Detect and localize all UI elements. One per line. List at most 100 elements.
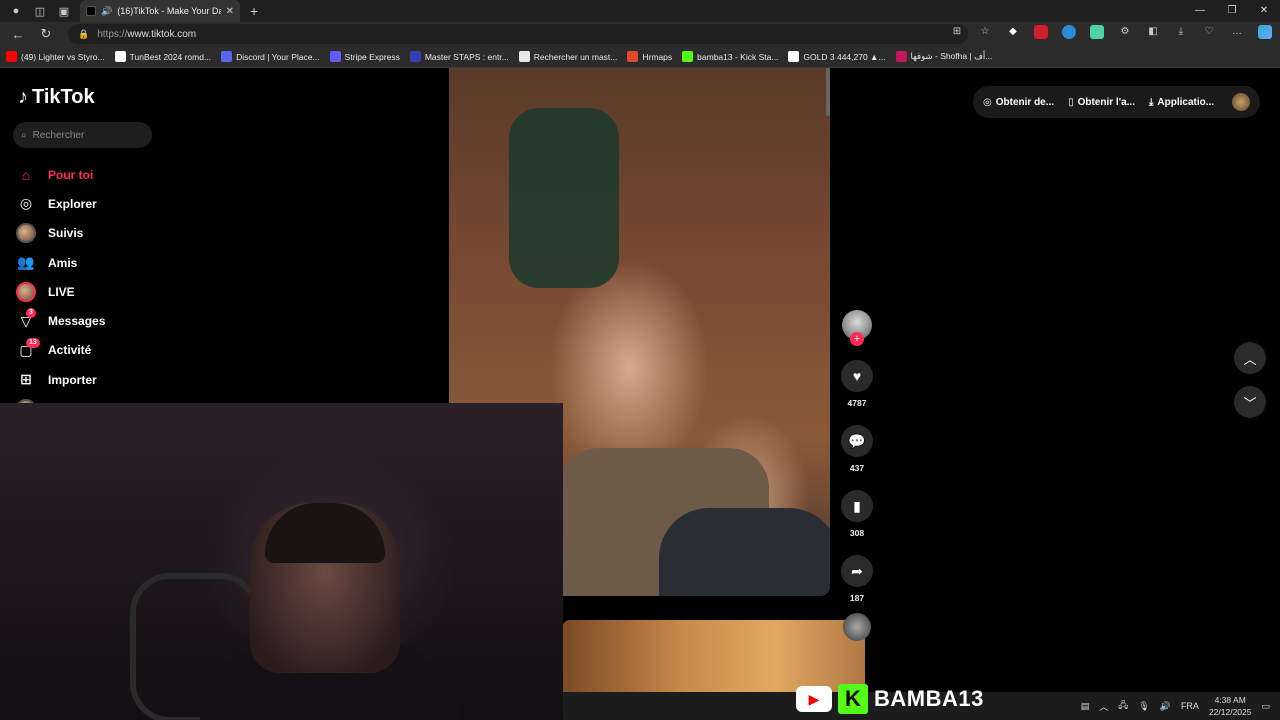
bookmark-favicon-icon: [682, 51, 694, 62]
sidebar-item-label: Explorer: [48, 196, 97, 211]
bookmark-item[interactable]: GOLD 3 444,270 ▲...: [788, 51, 886, 62]
bookmark-favicon-icon: [221, 51, 233, 62]
tab-close-icon[interactable]: ✕: [226, 6, 234, 17]
bookmark-item[interactable]: Hrmaps: [627, 51, 672, 62]
extensions-icon[interactable]: ⚙: [1118, 25, 1132, 39]
url-field[interactable]: 🔒 https://www.tiktok.com: [68, 24, 968, 44]
downloads-icon[interactable]: ⤓: [1174, 25, 1188, 39]
clock[interactable]: 4:38 AM 22/12/2025: [1209, 694, 1252, 718]
bookmark-label: Stripe Express: [344, 51, 400, 62]
performance-icon[interactable]: ♡: [1202, 25, 1216, 39]
new-tab-button[interactable]: +: [250, 3, 258, 19]
follow-plus-icon[interactable]: +: [850, 332, 864, 346]
sidebar-item-messages[interactable]: ▽ 3 Messages: [16, 306, 105, 335]
comment-button[interactable]: 💬: [841, 425, 873, 457]
clock-time: 4:38 AM: [1214, 695, 1246, 705]
sidebar-item-amis[interactable]: 👥 Amis: [16, 248, 105, 277]
lock-icon[interactable]: 🔒: [78, 29, 89, 40]
volume-icon[interactable]: 🔊: [1160, 701, 1171, 712]
tiktok-logo[interactable]: ♪ TikTok: [18, 86, 95, 109]
notification-badge: 13: [26, 337, 40, 348]
bookmark-item[interactable]: TunBest 2024 romd...: [114, 51, 212, 62]
microphone-icon[interactable]: 🎙: [1138, 701, 1149, 712]
address-bar-row: ← ↻ 🔒 https://www.tiktok.com ⊞ ☆ ◆ ⚙ ◧ ⤓…: [0, 22, 1280, 46]
next-video-button[interactable]: ﹀: [1234, 386, 1266, 418]
extension-diamond-icon[interactable]: ◆: [1006, 25, 1020, 39]
split-screen-icon[interactable]: ◧: [1146, 25, 1160, 39]
sidebar-item-label: Messages: [48, 314, 106, 329]
extension-blue-icon[interactable]: [1062, 25, 1076, 39]
comment-count: 437: [849, 463, 865, 473]
sidebar-item-label: LIVE: [48, 284, 75, 299]
profile-icon[interactable]: ●: [8, 3, 24, 19]
streamer-name: BAMBA13: [874, 686, 984, 711]
search-placeholder: Rechercher: [32, 129, 85, 141]
url-host: www.tiktok.com: [127, 28, 197, 40]
extension-red-icon[interactable]: [1034, 25, 1048, 39]
like-count: 4787: [847, 398, 867, 408]
previous-video-button[interactable]: ︿: [1234, 342, 1266, 374]
sidebar-item-label: Amis: [48, 255, 78, 270]
copilot-icon[interactable]: [1258, 25, 1272, 39]
bookmark-item[interactable]: bamba13 - Kick Sta...: [682, 51, 778, 62]
desktop-app-button[interactable]: ⤓ Applicatio...: [1149, 97, 1214, 108]
chevron-up-icon: ︿: [1243, 351, 1257, 367]
sidebar-item-importer[interactable]: ⊞ Importer: [16, 365, 105, 394]
bookmark-item[interactable]: (49) Lighter vs Styro...: [6, 51, 105, 62]
creator-avatar[interactable]: +: [842, 310, 872, 346]
video-scrollbar[interactable]: [826, 68, 830, 116]
avatar: [16, 223, 36, 244]
bookmark-item[interactable]: Stripe Express: [329, 51, 400, 62]
share-button[interactable]: ➦: [841, 555, 873, 587]
menu-dots-icon[interactable]: …: [1230, 25, 1244, 39]
network-icon[interactable]: 🖧: [1118, 698, 1128, 714]
live-avatar-wrap: [16, 281, 36, 302]
like-button[interactable]: ♥: [841, 360, 873, 392]
extension-green-icon[interactable]: [1090, 25, 1104, 39]
tab-actions-icon[interactable]: ▣: [56, 3, 72, 19]
back-icon[interactable]: ←: [8, 27, 28, 42]
sidebar-item-pour-toi[interactable]: ⌂ Pour toi: [16, 160, 105, 189]
bookmark-favicon-icon: [114, 51, 126, 62]
user-avatar[interactable]: [1232, 93, 1250, 111]
share-count: 187: [849, 593, 865, 603]
music-disc[interactable]: [843, 613, 871, 641]
refresh-icon[interactable]: ↻: [36, 26, 56, 42]
avatar-wrap: [16, 223, 36, 244]
tab-tiktok[interactable]: 🔊 (16)TikTok - Make Your Day ✕: [80, 0, 240, 22]
favorite-star-icon[interactable]: ☆: [978, 25, 992, 39]
sidebar-item-explorer[interactable]: ◎ Explorer: [16, 189, 105, 218]
minimize-button[interactable]: —: [1184, 0, 1216, 22]
top-right-actions: ◎ Obtenir de... ▯ Obtenir l'a... ⤓ Applicat…: [973, 86, 1260, 118]
bookmark-item[interactable]: Rechercher un mast...: [518, 51, 617, 62]
sidebar-item-suivis[interactable]: Suivis: [16, 219, 105, 248]
download-icon: ⤓: [1148, 96, 1154, 108]
tab-title: (16)TikTok - Make Your Day: [117, 6, 221, 16]
search-input[interactable]: ⌕ Rechercher: [13, 122, 152, 148]
restore-button[interactable]: ❐: [1216, 0, 1248, 22]
sidebar-item-live[interactable]: LIVE: [16, 277, 105, 306]
save-button[interactable]: ▮: [841, 490, 873, 522]
bookmark-favicon-icon: [518, 51, 530, 62]
close-window-button[interactable]: ✕: [1248, 0, 1280, 22]
show-hidden-icons-icon[interactable]: ︿: [1099, 700, 1108, 713]
coin-icon: ◎: [983, 96, 992, 108]
news-icon[interactable]: ▤: [1081, 701, 1090, 712]
bookmark-favicon-icon: [6, 51, 17, 62]
bookmark-favicon-icon: [788, 51, 800, 62]
bookmark-item[interactable]: Master STAPS : entr...: [409, 51, 509, 62]
heart-icon: ♥: [852, 368, 862, 384]
speaker-icon[interactable]: 🔊: [101, 6, 112, 17]
sidebar-item-activit-[interactable]: ▢ 13 Activité: [16, 336, 105, 365]
bookmark-label: TunBest 2024 romd...: [129, 51, 212, 62]
get-coins-button[interactable]: ◎ Obtenir de...: [983, 97, 1054, 108]
bookmark-item[interactable]: Discord | Your Place...: [221, 51, 320, 62]
app-available-icon[interactable]: ⊞: [950, 25, 964, 39]
get-app-button[interactable]: ▯ Obtenir l'a...: [1068, 97, 1135, 108]
workspaces-icon[interactable]: ◫: [32, 3, 48, 19]
bookmark-item[interactable]: شوفها - Shofha | أف...: [895, 51, 992, 62]
desktop-app-label: Applicatio...: [1157, 96, 1215, 108]
notifications-icon[interactable]: ▭: [1261, 701, 1270, 712]
language-indicator[interactable]: FRA: [1181, 701, 1199, 711]
sidebar-item-label: Importer: [48, 372, 97, 387]
